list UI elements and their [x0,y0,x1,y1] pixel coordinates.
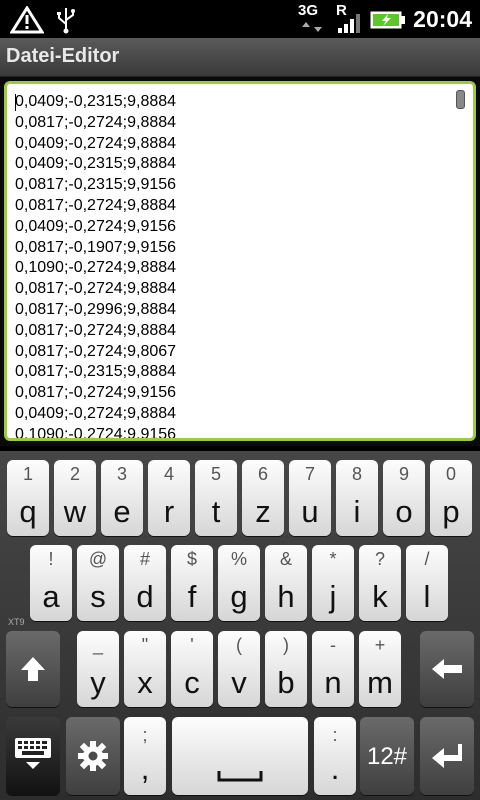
key-x[interactable]: " x [124,631,166,707]
editor-line: 0,0817;-0,2724;9,8067 [15,342,177,360]
key-d[interactable]: # d [124,545,166,621]
key-m[interactable]: + m [359,631,401,707]
key-s[interactable]: @ s [77,545,119,621]
warning-icon [9,5,45,39]
editor-line: 0,0409;-0,2724;9,8884 [15,134,177,152]
key-e[interactable]: 3e [101,460,143,536]
editor-line: 0,0817;-0,2996;9,8884 [15,300,177,318]
key-v[interactable]: (v [218,631,260,707]
key-c[interactable]: ' c [171,631,213,707]
key-n[interactable]: -n [312,631,354,707]
editor-line: 0,0409;-0,2315;9,8884 [15,93,177,110]
editor-scrollbar[interactable] [456,90,465,109]
editor-line: 0,0817;-0,2315;9,9156 [15,176,177,194]
key-r[interactable]: 4r [148,460,190,536]
battery-charging-icon [370,9,406,36]
key-z[interactable]: 6z [242,460,284,536]
editor-line: 0,0817;-0,2724;9,8884 [15,196,177,214]
editor-line: 0,0409;-0,2315;9,8884 [15,155,177,173]
period-key[interactable]: : . [314,717,356,795]
key-i[interactable]: 8i [336,460,378,536]
key-p[interactable]: 0p [430,460,472,536]
enter-key[interactable] [420,717,474,795]
key-u[interactable]: 7u [289,460,331,536]
key-j[interactable]: * j [312,545,354,621]
key-b[interactable]: ) b [265,631,307,707]
shift-arrow-icon [21,657,45,681]
key-t[interactable]: 5t [195,460,237,536]
key-y[interactable]: _ y [77,631,119,707]
text-cursor [15,94,16,111]
symbols-key[interactable]: 12# [360,717,414,795]
space-bar-icon [217,771,263,782]
key-g[interactable]: % g [218,545,260,621]
keyboard-icon [15,738,51,769]
key-w[interactable]: 2w [54,460,96,536]
editor-line: 0,0409;-0,2724;9,9156 [15,217,177,235]
shift-key[interactable] [6,631,60,707]
key-a[interactable]: ! a [30,545,72,621]
editor-line: 0,0817;-0,2724;9,8884 [15,321,177,339]
editor-text: 0,0409;-0,2315;9,8884 0,0817;-0,2724;9,88… [15,92,177,441]
editor-line: 0,1090;-0,2724;9,8884 [15,259,177,277]
editor-line: 0,0409;-0,2724;9,8884 [15,404,177,422]
editor-line: 0,1090;-0,2724;9,9156 [15,425,177,441]
network-3g-icon: 3G [298,2,322,32]
usb-icon [54,6,78,39]
space-key[interactable] [172,717,308,795]
editor-line: 0,0817;-0,2724;9,8884 [15,280,177,298]
editor-line: 0,0817;-0,2724;9,8884 [15,113,177,131]
key-q[interactable]: 1q [7,460,49,536]
title-bar: Datei-Editor [0,38,480,77]
settings-key[interactable] [66,717,120,795]
gear-icon [78,741,108,771]
signal-strength-icon [336,12,362,39]
editor-line: 0,0817;-0,2315;9,8884 [15,363,177,381]
editor-container: 0,0409;-0,2315;9,8884 0,0817;-0,2724;9,88… [0,77,480,446]
app-title: Datei-Editor [6,45,120,67]
xt9-label: XT9 [8,617,25,627]
editor-line: 0,0817;-0,2724;9,9156 [15,384,177,402]
key-h[interactable]: & h [265,545,307,621]
key-k[interactable]: ? k [359,545,401,621]
clock: 20:04 [413,6,472,32]
key-f[interactable]: $ f [171,545,213,621]
enter-arrow-icon [432,744,462,768]
file-editor-textarea[interactable]: 0,0409;-0,2315;9,8884 0,0817;-0,2724;9,88… [4,81,476,441]
key-o[interactable]: 9o [383,460,425,536]
status-bar: 3G R 20:04 [0,0,480,38]
editor-line: 0,0817;-0,1907;9,9156 [15,238,177,256]
keyboard-hide-key[interactable] [6,717,60,795]
backspace-key[interactable] [420,631,474,707]
comma-key[interactable]: ; , [124,717,166,795]
backspace-arrow-icon [432,659,462,679]
key-l[interactable]: / l [406,545,448,621]
